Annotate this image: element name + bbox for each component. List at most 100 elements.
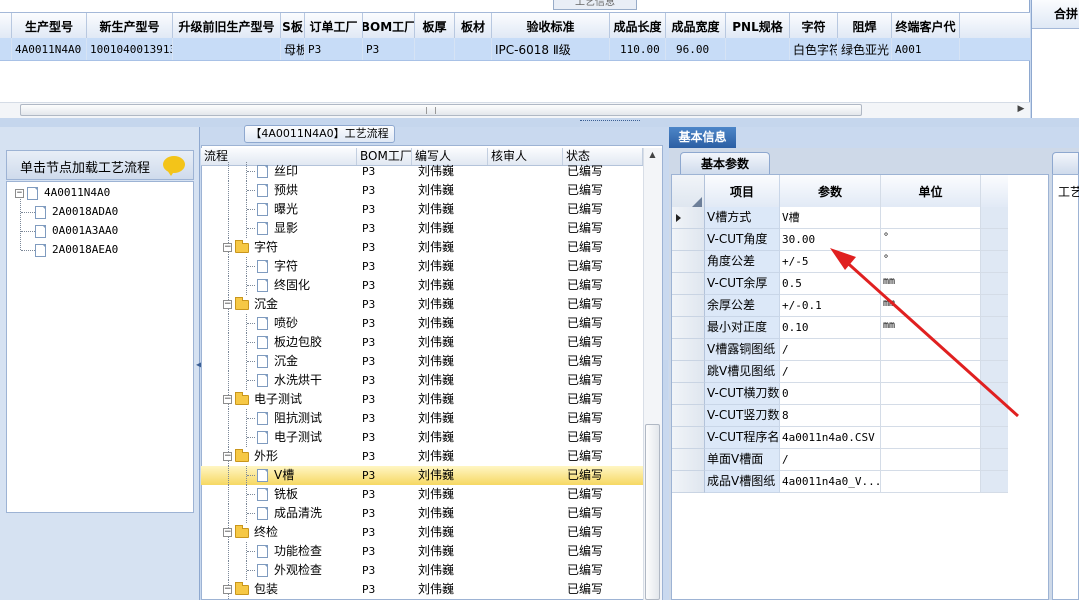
tree-node-child[interactable]: 0A001A3AA0 bbox=[35, 224, 118, 238]
row-header[interactable] bbox=[672, 471, 705, 493]
column-header[interactable]: 订单工厂 bbox=[305, 13, 363, 39]
params-value-cell[interactable]: / bbox=[780, 449, 881, 471]
process-row[interactable]: 预烘 P3 刘伟巍 已编写 bbox=[201, 181, 643, 200]
process-row[interactable]: − 包装 P3 刘伟巍 已编写 bbox=[201, 580, 643, 599]
grid-cell[interactable]: 白色字符 bbox=[790, 38, 838, 60]
grid-cell[interactable]: 10010400139136 bbox=[87, 38, 173, 60]
params-value-cell[interactable]: 8 bbox=[780, 405, 881, 427]
params-row[interactable]: V-CUT横刀数 0 bbox=[672, 383, 1008, 405]
column-header[interactable]: S板 bbox=[281, 13, 305, 39]
column-header[interactable]: 板厚 bbox=[415, 13, 455, 39]
column-header[interactable]: 成品长度 bbox=[610, 13, 666, 39]
params-column-header[interactable]: 项目 bbox=[705, 175, 780, 211]
right-side-tab[interactable] bbox=[1052, 152, 1079, 174]
params-row[interactable]: V-CUT竖刀数 8 bbox=[672, 405, 1008, 427]
process-row[interactable]: − 沉金 P3 刘伟巍 已编写 bbox=[201, 295, 643, 314]
column-header[interactable]: 验收标准 bbox=[492, 13, 610, 39]
tab-basic-info[interactable]: 基本信息 bbox=[669, 127, 736, 148]
process-row[interactable]: 阻抗测试 P3 刘伟巍 已编写 bbox=[201, 409, 643, 428]
top-collapse-tab[interactable]: 工艺信息 bbox=[553, 0, 637, 10]
collapse-icon[interactable]: − bbox=[223, 243, 232, 252]
process-row[interactable]: 终固化 P3 刘伟巍 已编写 bbox=[201, 276, 643, 295]
grid-cell[interactable]: 110.00 bbox=[610, 38, 666, 60]
grid-cell[interactable]: 绿色亚光 bbox=[838, 38, 892, 60]
grid-cell[interactable]: IPC-6018 Ⅱ级 bbox=[492, 38, 610, 60]
row-header[interactable] bbox=[672, 229, 705, 251]
middle-splitter[interactable] bbox=[663, 360, 668, 400]
process-row[interactable]: 铣板 P3 刘伟巍 已编写 bbox=[201, 485, 643, 504]
params-row[interactable]: V-CUT余厚 0.5 mm bbox=[672, 273, 1008, 295]
tree-node-child[interactable]: 2A0018ADA0 bbox=[35, 205, 118, 219]
process-row[interactable]: 喷砂 P3 刘伟巍 已编写 bbox=[201, 314, 643, 333]
column-header[interactable]: 升级前旧生产型号 bbox=[173, 13, 281, 39]
column-header[interactable]: BOM工厂 bbox=[363, 13, 415, 39]
row-header[interactable] bbox=[672, 175, 705, 211]
process-row[interactable]: 显影 P3 刘伟巍 已编写 bbox=[201, 219, 643, 238]
params-row[interactable]: 成品V槽图纸 4a0011n4a0_V... bbox=[672, 471, 1008, 493]
grid-cell[interactable]: 母板 bbox=[281, 38, 305, 60]
hscroll-right-arrow-icon[interactable]: ▶ bbox=[1015, 103, 1027, 116]
process-row[interactable]: 功能检查 P3 刘伟巍 已编写 bbox=[201, 542, 643, 561]
row-header[interactable] bbox=[672, 317, 705, 339]
process-row-selected[interactable]: V槽 P3 刘伟巍 已编写 bbox=[201, 466, 643, 485]
process-row[interactable]: 曝光 P3 刘伟巍 已编写 bbox=[201, 200, 643, 219]
params-row[interactable]: 跳V槽见图纸 / bbox=[672, 361, 1008, 383]
row-header[interactable] bbox=[672, 405, 705, 427]
row-header[interactable] bbox=[672, 383, 705, 405]
column-header[interactable]: 成品宽度 bbox=[666, 13, 726, 39]
tree-node-root[interactable]: − 4A0011N4A0 bbox=[15, 186, 110, 200]
product-grid-row-selected[interactable]: 4A0011N4A010010400139136母板P3P3IPC-6018 Ⅱ… bbox=[0, 38, 1030, 61]
params-row[interactable]: V槽露铜图纸 / bbox=[672, 339, 1008, 361]
collapse-icon[interactable]: − bbox=[223, 528, 232, 537]
row-header[interactable] bbox=[672, 207, 705, 229]
row-header[interactable] bbox=[672, 449, 705, 471]
params-value-cell[interactable]: / bbox=[780, 361, 881, 383]
grid-cell[interactable]: P3 bbox=[305, 38, 363, 60]
column-header[interactable]: 板材 bbox=[455, 13, 492, 39]
grid-cell[interactable]: P3 bbox=[363, 38, 415, 60]
params-value-cell[interactable]: / bbox=[780, 339, 881, 361]
process-row[interactable]: 沉金 P3 刘伟巍 已编写 bbox=[201, 352, 643, 371]
grid-cell[interactable]: 96.00 bbox=[666, 38, 726, 60]
tab-basic-params[interactable]: 基本参数 bbox=[680, 152, 770, 174]
process-row[interactable]: 成品清洗 P3 刘伟巍 已编写 bbox=[201, 504, 643, 523]
params-row[interactable]: V-CUT程序名 4a0011n4a0.CSV bbox=[672, 427, 1008, 449]
process-row[interactable]: 板边包胶 P3 刘伟巍 已编写 bbox=[201, 333, 643, 352]
params-value-cell[interactable]: 0.10 bbox=[780, 317, 881, 339]
params-value-cell[interactable]: +/-5 bbox=[780, 251, 881, 273]
collapse-icon[interactable]: − bbox=[223, 395, 232, 404]
column-header[interactable]: PNL规格 bbox=[726, 13, 790, 39]
params-value-cell[interactable]: 0.5 bbox=[780, 273, 881, 295]
params-value-cell[interactable]: 30.00 bbox=[780, 229, 881, 251]
vscrollbar-thumb[interactable] bbox=[645, 424, 660, 600]
column-header[interactable]: 新生产型号 bbox=[87, 13, 173, 39]
collapse-icon[interactable]: − bbox=[223, 300, 232, 309]
params-value-cell[interactable]: 4a0011n4a0.CSV bbox=[780, 427, 881, 449]
params-row[interactable]: 最小对正度 0.10 mm bbox=[672, 317, 1008, 339]
process-row[interactable]: 丝印 P3 刘伟巍 已编写 bbox=[201, 162, 643, 181]
params-row[interactable]: 单面V槽面 / bbox=[672, 449, 1008, 471]
process-row[interactable]: − 终检 P3 刘伟巍 已编写 bbox=[201, 523, 643, 542]
params-row[interactable]: V槽方式 V槽 bbox=[672, 207, 1008, 229]
row-header[interactable] bbox=[672, 361, 705, 383]
params-row[interactable]: 余厚公差 +/-0.1 mm bbox=[672, 295, 1008, 317]
params-value-cell[interactable]: V槽 bbox=[780, 207, 881, 229]
params-value-cell[interactable]: 0 bbox=[780, 383, 881, 405]
vscroll-up-arrow-icon[interactable]: ▲ bbox=[645, 150, 660, 162]
row-header[interactable] bbox=[672, 251, 705, 273]
hscrollbar-thumb[interactable] bbox=[20, 104, 862, 116]
grid-cell[interactable] bbox=[415, 38, 455, 60]
grid-cell[interactable]: A001 bbox=[892, 38, 960, 60]
grid-cell[interactable]: 4A0011N4A0 bbox=[12, 38, 87, 60]
params-row[interactable]: V-CUT角度 30.00 ° bbox=[672, 229, 1008, 251]
grid-cell[interactable] bbox=[726, 38, 790, 60]
params-column-header[interactable]: 参数 bbox=[780, 175, 881, 211]
process-row[interactable]: 外观检查 P3 刘伟巍 已编写 bbox=[201, 561, 643, 580]
tree-node-child[interactable]: 2A0018AEA0 bbox=[35, 243, 118, 257]
row-header[interactable] bbox=[672, 427, 705, 449]
column-header[interactable]: 生产型号 bbox=[12, 13, 87, 39]
row-header[interactable] bbox=[672, 273, 705, 295]
process-row[interactable]: 字符 P3 刘伟巍 已编写 bbox=[201, 257, 643, 276]
column-header[interactable]: 字符 bbox=[790, 13, 838, 39]
process-row[interactable]: 水洗烘干 P3 刘伟巍 已编写 bbox=[201, 371, 643, 390]
